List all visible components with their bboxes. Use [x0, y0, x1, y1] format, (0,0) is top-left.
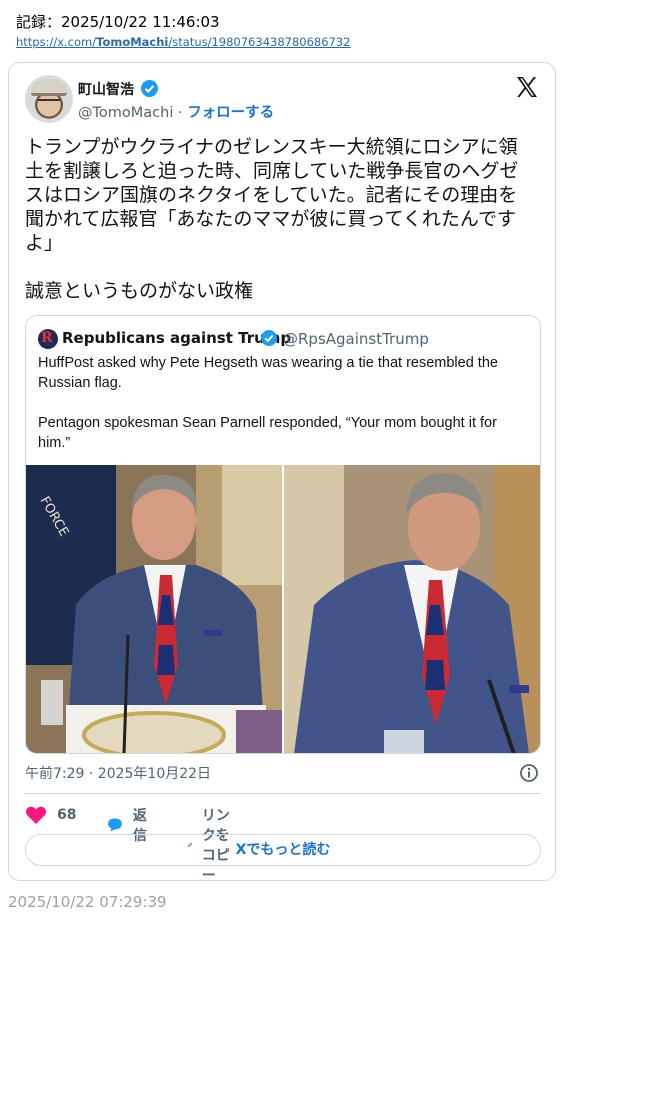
source-link-suffix: /status/1980763438780686732: [168, 35, 351, 49]
tweet-timestamp[interactable]: 午前7:29 · 2025年10月22日: [25, 763, 211, 783]
author-handle[interactable]: @TomoMachi: [78, 105, 173, 121]
author-handle-row: @TomoMachi · フォローする: [78, 101, 274, 122]
quoted-tweet[interactable]: R Republicans against Trump @RpsAgainstT…: [25, 315, 541, 754]
quote-photo-left[interactable]: FORCE: [26, 465, 282, 753]
quote-author-handle: @RpsAgainstTrump: [283, 330, 429, 348]
info-icon[interactable]: [519, 763, 539, 783]
capture-time: 2025/10/22 07:29:39: [8, 893, 167, 911]
divider: [25, 793, 541, 794]
quote-author-avatar: R: [38, 329, 58, 349]
reply-bubble-icon: [108, 818, 122, 832]
verified-badge-icon: [141, 80, 158, 97]
source-link[interactable]: https://x.com/TomoMachi/status/198076343…: [16, 35, 351, 49]
record-timestamp: 記録：2025/10/22 11:46:03: [16, 13, 220, 31]
quote-author-name: Republicans against Trump: [62, 329, 292, 347]
author-name[interactable]: 町山智浩: [78, 79, 134, 99]
x-logo-icon[interactable]: [515, 75, 539, 99]
source-link-user: TomoMachi: [96, 35, 169, 49]
separator-dot: ·: [177, 105, 183, 121]
read-more-button[interactable]: Xでもっと読む: [25, 834, 541, 866]
tweet-text: トランプがウクライナのゼレンスキー大統領にロシアに領土を割譲しろと迫った時、同席…: [25, 136, 519, 302]
quote-photo-right[interactable]: [284, 465, 540, 753]
quote-text: HuffPost asked why Pete Hegseth was wear…: [38, 355, 498, 451]
source-link-prefix: https://x.com/: [16, 35, 97, 49]
heart-icon: [25, 806, 47, 824]
quote-verified-badge-icon: [261, 330, 277, 346]
tweet-embed-card: 町山智浩 @TomoMachi · フォローする トランプがウクライナのゼレンス…: [8, 62, 556, 884]
like-button[interactable]: 68: [25, 805, 76, 825]
author-avatar[interactable]: [25, 75, 73, 123]
like-count: 68: [57, 807, 77, 823]
follow-button[interactable]: フォローする: [187, 105, 274, 121]
